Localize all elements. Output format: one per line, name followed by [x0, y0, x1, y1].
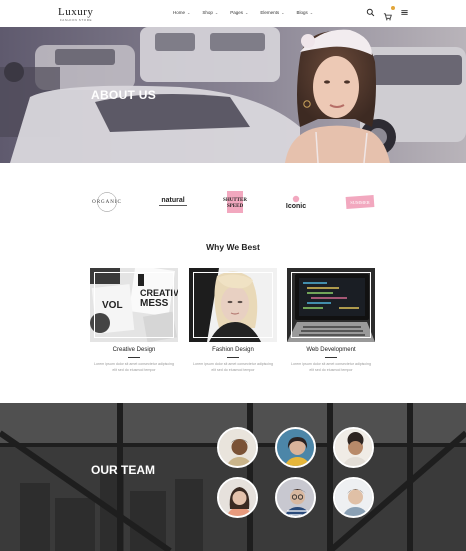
logo[interactable]: Luxury — [58, 6, 93, 18]
card-divider — [227, 357, 239, 358]
section-title-team: OUR TEAM — [91, 463, 155, 477]
nav-item-pages[interactable]: Pages ⌄ — [230, 10, 248, 15]
card-text-line1: Lorem ipsum dolor sit amet consectetur a… — [193, 362, 273, 366]
logo-tagline: FASHION STORE — [60, 18, 93, 22]
site-header: Luxury FASHION STORE Home ⌄ Shop ⌄ Pages ⌄ … — [0, 0, 466, 27]
team-section: OUR TEAM — [0, 403, 466, 551]
team-member-avatar[interactable] — [217, 427, 258, 468]
nav-label: Shop — [202, 10, 213, 15]
iconic-dot-icon — [292, 195, 300, 202]
summer-logo: SUMMER — [345, 195, 375, 209]
card-title: Fashion Design — [212, 347, 254, 353]
section-title-why: Why We Best — [206, 242, 260, 252]
card-text-line2: elit sed do eiusmod tempor — [112, 367, 156, 372]
menu-icon[interactable] — [400, 8, 409, 17]
chevron-down-icon: ⌄ — [245, 10, 249, 15]
service-card-web-dev[interactable]: Web Development Lorem ipsum dolor sit am… — [287, 268, 375, 373]
nav-item-blogs[interactable]: Blogs ⌄ — [297, 10, 314, 15]
nav-item-elements[interactable]: Elements ⌄ — [260, 10, 284, 15]
card-frame — [291, 272, 371, 338]
cart-icon — [383, 13, 392, 21]
card-frame — [94, 272, 174, 338]
card-title: Creative Design — [112, 347, 156, 353]
card-image — [287, 268, 375, 342]
card-text-line1: Lorem ipsum dolor sit amet consectetur a… — [291, 362, 371, 366]
brand-name: natural — [161, 197, 185, 204]
team-member-avatar[interactable] — [275, 427, 316, 468]
card-text-line2: elit sed do eiusmod tempor — [309, 367, 353, 372]
cart-button[interactable] — [383, 6, 395, 21]
nav-item-home[interactable]: Home ⌄ — [173, 10, 190, 15]
brand-name: Iconic — [285, 202, 307, 210]
brand-logos-row: ORGANIC natural SHUTTER SPEED Iconic SUM… — [0, 187, 466, 217]
card-text-line2: elit sed do eiusmod tempor — [211, 367, 255, 372]
main-nav: Home ⌄ Shop ⌄ Pages ⌄ Elements ⌄ Blogs ⌄ — [173, 10, 313, 15]
hero-background-image — [0, 27, 466, 163]
page: Luxury FASHION STORE Home ⌄ Shop ⌄ Pages ⌄ … — [0, 0, 466, 551]
chevron-down-icon: ⌄ — [214, 10, 219, 15]
search-icon[interactable] — [366, 8, 375, 17]
brand-logo-natural[interactable]: natural — [155, 187, 191, 217]
underline-icon — [159, 205, 187, 206]
brand-logo-iconic[interactable]: Iconic — [280, 187, 312, 217]
nav-label: Pages — [230, 10, 244, 15]
header-actions — [366, 6, 409, 21]
team-member-avatar[interactable] — [333, 477, 374, 518]
team-member-avatar[interactable] — [333, 427, 374, 468]
chevron-down-icon: ⌄ — [281, 10, 285, 15]
nav-label: Blogs — [296, 10, 308, 15]
shutter-speed-logo: SHUTTER SPEED — [223, 191, 247, 213]
nav-label: Home — [173, 10, 186, 15]
team-member-avatar[interactable] — [217, 477, 258, 518]
brand-name-line1: SHUTTER — [223, 198, 247, 203]
card-text-line1: Lorem ipsum dolor sit amet consectetur a… — [94, 362, 174, 366]
card-title: Web Development — [306, 347, 356, 353]
page-title: ABOUT US — [91, 88, 157, 102]
card-frame — [193, 272, 273, 338]
nav-label: Elements — [260, 10, 280, 15]
service-card-creative[interactable]: CREATIVE MESS VOL Creative Design Lorem … — [90, 268, 178, 373]
card-divider — [325, 357, 337, 358]
card-image — [189, 268, 277, 342]
nav-item-shop[interactable]: Shop ⌄ — [202, 10, 218, 15]
about-hero-banner: ABOUT US — [0, 27, 466, 163]
service-card-fashion[interactable]: Fashion Design Lorem ipsum dolor sit ame… — [189, 268, 277, 373]
organic-ring-icon — [97, 192, 117, 212]
brand-name: SUMMER — [350, 200, 370, 205]
team-member-avatar[interactable] — [275, 477, 316, 518]
card-divider — [128, 357, 140, 358]
brand-logo-organic[interactable]: ORGANIC — [89, 187, 125, 217]
card-image: CREATIVE MESS VOL — [90, 268, 178, 342]
chevron-down-icon: ⌄ — [309, 10, 314, 15]
chevron-down-icon: ⌄ — [187, 10, 191, 15]
brand-logo-shutter-speed[interactable]: SHUTTER SPEED — [219, 187, 251, 217]
brand-name-line2: SPEED — [227, 204, 244, 209]
cart-badge — [391, 6, 395, 10]
brand-logo-summer[interactable]: SUMMER — [343, 187, 377, 217]
